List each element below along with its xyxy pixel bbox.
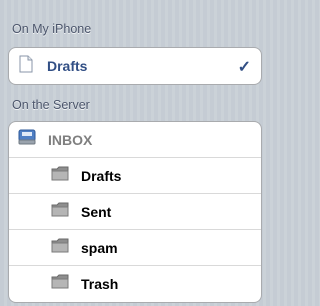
inbox-tray-icon [18,129,36,150]
mailbox-label: Sent [81,203,112,220]
folder-icon [51,202,69,222]
checkmark-icon: ✓ [237,59,251,76]
mailbox-label: Trash [81,276,119,292]
mailbox-label: spam [81,239,118,256]
server-mailboxes-group: INBOX Drafts Sent spam Trash [8,121,262,303]
section-header-on-the-server: On the Server [12,98,90,112]
mailbox-row-spam[interactable]: spam [9,230,261,266]
mailbox-row-server-drafts[interactable]: Drafts [9,158,261,194]
local-mailboxes-group: Drafts ✓ [8,47,262,85]
section-header-on-my-iphone: On My iPhone [12,22,92,36]
mailbox-row-local-drafts[interactable]: Drafts ✓ [9,48,261,84]
mailbox-label: INBOX [48,131,93,148]
mailbox-row-sent[interactable]: Sent [9,194,261,230]
mailbox-row-trash[interactable]: Trash [9,266,261,302]
folder-icon [51,166,69,186]
mailbox-label: Drafts [81,167,122,184]
document-icon [19,55,33,78]
mailbox-label: Drafts [47,58,88,74]
mailbox-row-inbox: INBOX [9,122,261,158]
folder-icon [51,274,69,294]
folder-icon [51,238,69,258]
